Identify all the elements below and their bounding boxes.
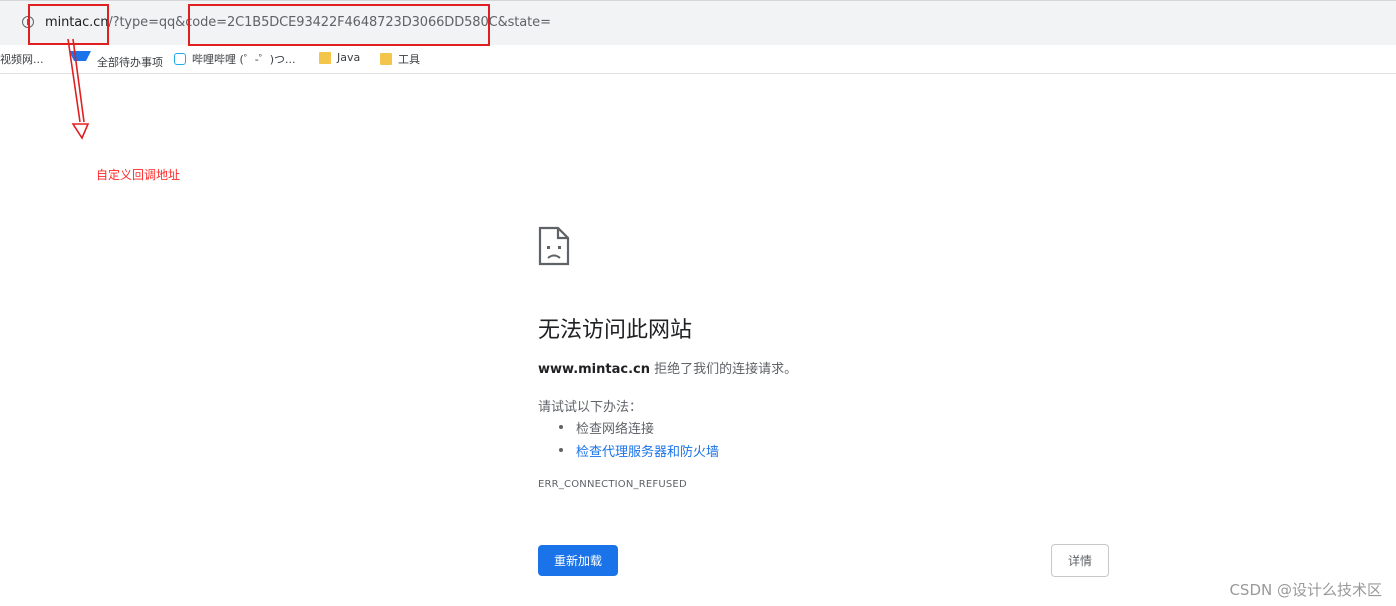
error-message-text: 拒绝了我们的连接请求。 bbox=[650, 362, 798, 377]
folder-icon bbox=[319, 51, 331, 64]
try-label: 请试试以下办法： bbox=[538, 400, 643, 415]
bookmark-label: 视频网... bbox=[0, 53, 44, 66]
bookmark-label: Java bbox=[337, 51, 361, 64]
error-host: www.mintac.cn bbox=[538, 362, 650, 377]
annotation-arrow-icon bbox=[67, 38, 90, 140]
bookmarks-bar: 视频网... 全部待办事项 哔哩哔哩 (゜-゜)つ... Java 工具 bbox=[0, 45, 1396, 74]
bookmark-item-tools[interactable]: 工具 bbox=[380, 51, 420, 67]
proxy-firewall-link[interactable]: 检查代理服务器和防火墙 bbox=[576, 441, 719, 460]
sad-page-icon bbox=[538, 226, 570, 266]
suggestion-text: 检查网络连接 bbox=[576, 422, 655, 437]
bookmark-label: 全部待办事项 bbox=[97, 56, 163, 69]
folder-icon bbox=[380, 53, 392, 65]
annotation-box-code bbox=[188, 4, 490, 46]
annotation-label: 自定义回调地址 bbox=[96, 168, 181, 182]
bookmark-label: 工具 bbox=[398, 53, 420, 66]
details-button[interactable]: 详情 bbox=[1051, 544, 1109, 577]
bookmark-item-java[interactable]: Java bbox=[319, 51, 360, 64]
bilibili-icon bbox=[174, 53, 186, 65]
error-code: ERR_CONNECTION_REFUSED bbox=[538, 479, 687, 490]
error-title: 无法访问此网站 bbox=[538, 318, 693, 343]
watermark: CSDN @设计么技术区 bbox=[1229, 581, 1382, 599]
bookmark-label: 哔哩哔哩 (゜-゜)つ... bbox=[192, 53, 296, 66]
error-message: www.mintac.cn 拒绝了我们的连接请求。 bbox=[538, 358, 797, 377]
bookmark-item-bilibili[interactable]: 哔哩哔哩 (゜-゜)つ... bbox=[174, 51, 296, 67]
reload-button[interactable]: 重新加载 bbox=[538, 545, 618, 576]
bookmark-item-video[interactable]: 视频网... bbox=[0, 51, 44, 67]
